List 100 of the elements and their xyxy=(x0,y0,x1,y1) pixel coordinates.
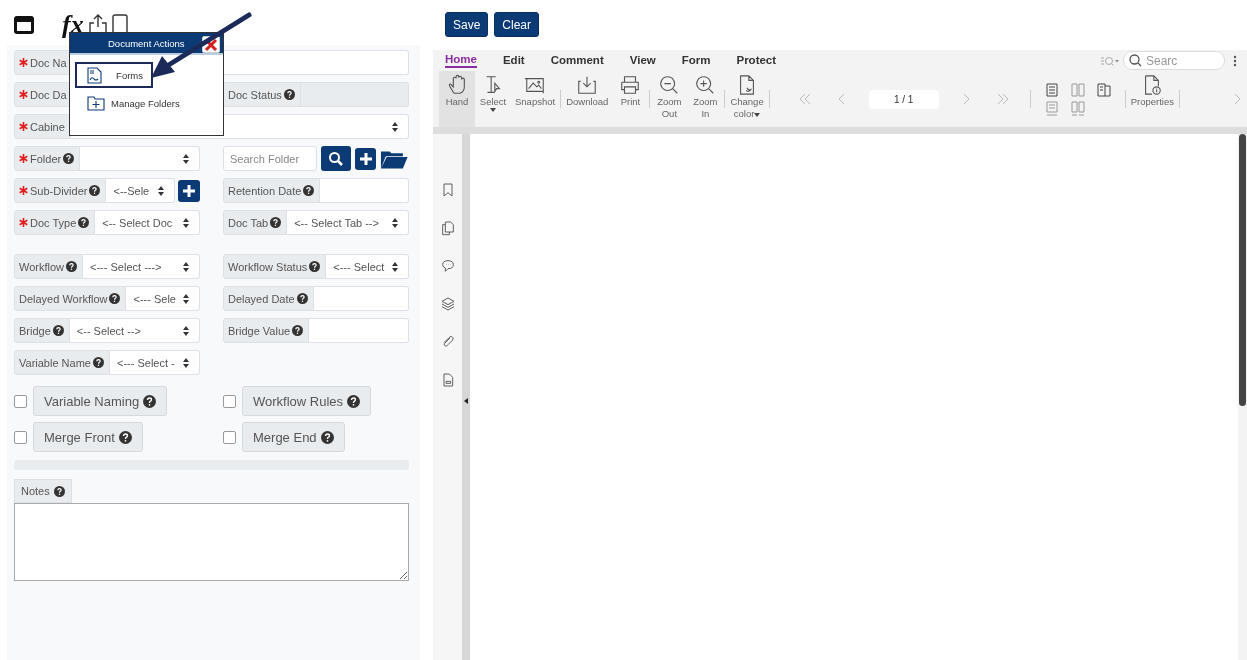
field-label: Cabine xyxy=(30,120,65,133)
caret-icon xyxy=(490,108,496,113)
clear-button[interactable]: Clear xyxy=(494,12,540,37)
field-label: Retention Date xyxy=(228,184,302,197)
checkbox[interactable] xyxy=(14,394,27,408)
ribbon-tab[interactable]: Edit xyxy=(502,54,525,67)
select-field[interactable]: <--- Sele xyxy=(126,286,200,311)
ribbon-tab[interactable]: Form xyxy=(681,54,711,67)
page-field[interactable]: 1 / 1 xyxy=(868,89,939,109)
field-label: Delayed Workflow xyxy=(19,292,108,305)
help-icon[interactable] xyxy=(309,261,321,272)
field-label: Folder xyxy=(30,152,62,165)
book-icon[interactable] xyxy=(1095,81,1112,98)
field-label: Workflow xyxy=(19,260,65,273)
help-icon[interactable] xyxy=(143,394,157,408)
sort-caret-icon xyxy=(183,293,189,304)
sort-caret-icon xyxy=(183,217,189,228)
save-button[interactable]: Save xyxy=(445,12,489,37)
help-icon[interactable] xyxy=(303,185,315,196)
required-icon xyxy=(19,122,28,131)
help-icon[interactable] xyxy=(52,325,64,336)
required-icon xyxy=(19,218,28,227)
help-icon[interactable] xyxy=(292,325,304,336)
select-field[interactable]: <--- Select xyxy=(326,254,409,279)
comments-icon[interactable] xyxy=(439,258,456,274)
toolbar-button[interactable]: Snapshot xyxy=(511,71,560,127)
help-icon[interactable] xyxy=(283,89,295,100)
help-icon[interactable] xyxy=(118,430,132,444)
toolbar-button[interactable]: Zoom Out xyxy=(651,71,688,127)
collapse-icon[interactable] xyxy=(464,398,468,404)
help-icon[interactable] xyxy=(53,485,65,497)
toolbar-button[interactable]: Change color xyxy=(726,71,768,127)
close-icon xyxy=(204,37,218,52)
field-label: Variable Name xyxy=(19,356,91,369)
plus-icon xyxy=(358,151,373,166)
menu-item[interactable]: Manage Folders xyxy=(75,90,190,116)
more-icon[interactable] xyxy=(1233,54,1237,67)
select-field[interactable] xyxy=(80,146,200,171)
field-label: Notes xyxy=(21,485,50,497)
help-icon[interactable] xyxy=(296,293,308,304)
toolbar-button[interactable]: Select xyxy=(475,71,511,127)
checkbox[interactable] xyxy=(14,430,27,444)
sort-caret-icon xyxy=(183,357,189,368)
select-field[interactable]: <--Sele xyxy=(106,178,175,203)
input-field[interactable] xyxy=(309,318,409,343)
scrollbar-thumb[interactable] xyxy=(1239,134,1246,406)
menu-item[interactable]: Forms xyxy=(75,62,153,88)
notes-field[interactable] xyxy=(14,503,409,581)
ribbon-tab[interactable]: View xyxy=(629,54,656,67)
help-icon[interactable] xyxy=(347,394,361,408)
popup-title: Document Actions xyxy=(108,37,185,49)
field-label: Doc Tab xyxy=(228,216,269,229)
checkbox[interactable] xyxy=(223,430,236,444)
required-icon xyxy=(19,154,28,163)
ribbon-tab[interactable]: Protect xyxy=(736,54,777,67)
pages-icon[interactable] xyxy=(439,220,456,236)
search-field[interactable]: Search Folder xyxy=(223,146,317,171)
help-icon[interactable] xyxy=(63,153,75,164)
toolbar-button[interactable]: Print xyxy=(612,71,649,127)
search-button[interactable] xyxy=(321,146,352,171)
field-label: Workflow Status xyxy=(228,260,308,273)
field-label: Doc Status xyxy=(228,88,282,101)
sort-caret-icon xyxy=(392,217,398,228)
sort-caret-icon xyxy=(392,261,398,272)
ribbon-tab[interactable]: Comment xyxy=(550,54,604,67)
help-icon[interactable] xyxy=(320,430,334,444)
toolbar-button[interactable]: Zoom In xyxy=(687,71,724,127)
select-field[interactable]: <--- Select - xyxy=(109,350,200,375)
field-label: Bridge xyxy=(19,324,51,337)
help-icon[interactable] xyxy=(89,185,101,196)
checkbox[interactable] xyxy=(223,394,236,408)
layers-icon[interactable] xyxy=(439,296,456,312)
input-field[interactable] xyxy=(313,286,409,311)
add-button[interactable] xyxy=(355,147,377,170)
input-field[interactable] xyxy=(320,178,409,203)
select-field[interactable]: <-- Select Doc xyxy=(95,210,200,235)
sort-caret-icon xyxy=(158,185,164,196)
required-icon xyxy=(19,90,28,99)
window-icon[interactable] xyxy=(14,15,34,34)
required-icon xyxy=(19,186,28,195)
field-label: Delayed Date xyxy=(228,292,295,305)
toolbar-button[interactable]: Download xyxy=(562,71,613,127)
help-icon[interactable] xyxy=(109,293,121,304)
option-text: Variable Naming xyxy=(44,393,140,409)
select-field[interactable]: <-- Select Tab --> xyxy=(287,210,409,235)
help-icon[interactable] xyxy=(66,261,78,272)
select-field[interactable]: <-- Select --> xyxy=(69,318,200,343)
select-field[interactable]: <--- Select ---> xyxy=(83,254,200,279)
help-icon[interactable] xyxy=(78,217,90,228)
formula-icon[interactable]: fx xyxy=(62,11,84,38)
toolbar-button[interactable]: Hand xyxy=(439,71,475,127)
download-icon xyxy=(576,74,599,96)
sort-caret-icon xyxy=(183,325,189,336)
hand-icon xyxy=(446,74,468,96)
plus-icon xyxy=(182,183,196,198)
help-icon[interactable] xyxy=(270,217,282,228)
toolbar-button[interactable]: Properties xyxy=(1126,71,1178,127)
help-icon[interactable] xyxy=(92,357,104,368)
add-button[interactable] xyxy=(178,179,200,202)
ribbon-tab[interactable]: Home xyxy=(445,53,477,68)
